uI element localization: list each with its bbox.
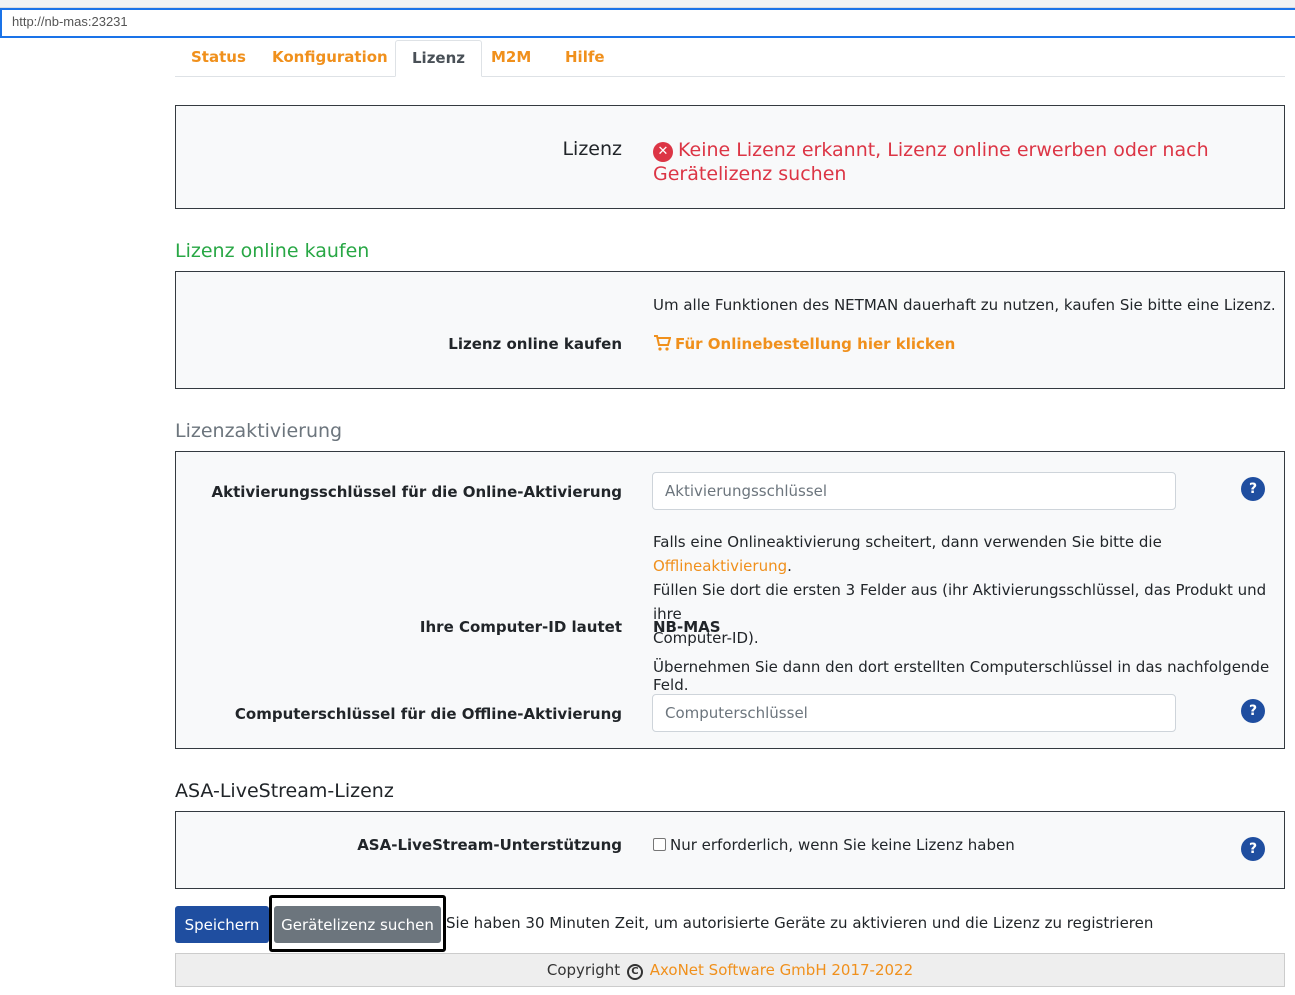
license-status-line2: Gerätelizenz suchen bbox=[653, 163, 847, 185]
help-icon[interactable]: ? bbox=[1241, 837, 1265, 861]
offline-text-line2: Füllen Sie dort die ersten 3 Felder aus … bbox=[653, 581, 1267, 623]
help-icon[interactable]: ? bbox=[1241, 477, 1265, 501]
address-bar-url[interactable]: http://nb-mas:23231 bbox=[12, 14, 128, 29]
activation-key-label: Aktivierungsschlüssel für die Online-Akt… bbox=[211, 483, 623, 501]
livestream-checkbox[interactable] bbox=[653, 838, 666, 851]
tab-konfiguration[interactable]: Konfiguration bbox=[256, 40, 404, 77]
transfer-text: Übernehmen Sie dann den dort erstellten … bbox=[653, 658, 1270, 694]
search-device-license-button[interactable]: Gerätelizenz suchen bbox=[274, 906, 441, 943]
copyright-text: Copyright bbox=[546, 961, 621, 979]
tab-hilfe[interactable]: Hilfe bbox=[549, 40, 621, 77]
computer-id-label: Ihre Computer-ID lautet bbox=[419, 618, 622, 636]
tab-bar: Status Konfiguration Lizenz M2M Hilfe bbox=[175, 40, 1285, 77]
tab-m2m[interactable]: M2M bbox=[475, 40, 547, 77]
footer: Copyright C AxoNet Software GmbH 2017-20… bbox=[175, 953, 1285, 987]
livestream-label: ASA-LiveStream-Unterstützung bbox=[357, 836, 622, 854]
license-status-message: ✕ Keine Lizenz erkannt, Lizenz online erw… bbox=[653, 138, 1209, 186]
company-link[interactable]: AxoNet Software GmbH 2017-2022 bbox=[650, 961, 913, 979]
license-status-line1: Keine Lizenz erkannt, Lizenz online erwe… bbox=[678, 139, 1209, 161]
search-hint-text: Sie haben 30 Minuten Zeit, um autorisier… bbox=[446, 914, 1154, 932]
livestream-panel: ASA-LiveStream-Unterstützung Nur erforde… bbox=[175, 811, 1285, 889]
help-icon[interactable]: ? bbox=[1241, 699, 1265, 723]
save-button[interactable]: Speichern bbox=[175, 906, 269, 943]
computer-key-input[interactable] bbox=[652, 694, 1176, 732]
copyright-icon: C bbox=[626, 964, 643, 980]
error-circle-icon: ✕ bbox=[653, 142, 673, 162]
buy-panel: Um alle Funktionen des NETMAN dauerhaft … bbox=[175, 271, 1285, 389]
offline-activation-text: Falls eine Onlineaktivierung scheitert, … bbox=[653, 530, 1278, 650]
tab-lizenz[interactable]: Lizenz bbox=[395, 40, 483, 77]
cart-icon bbox=[654, 335, 672, 351]
offline-text-start: Falls eine Onlineaktivierung scheitert, … bbox=[653, 533, 1162, 551]
computer-key-label: Computerschlüssel für die Offline-Aktivi… bbox=[234, 705, 622, 723]
livestream-option: Nur erforderlich, wenn Sie keine Lizenz … bbox=[653, 836, 1015, 854]
buy-section-title: Lizenz online kaufen bbox=[175, 240, 370, 262]
tab-status[interactable]: Status bbox=[175, 40, 262, 77]
buy-online-link[interactable]: Für Onlinebestellung hier klicken bbox=[653, 335, 955, 353]
livestream-checkbox-label: Nur erforderlich, wenn Sie keine Lizenz … bbox=[670, 836, 1015, 854]
browser-top-strip bbox=[0, 0, 1295, 8]
license-status-panel: Lizenz ✕ Keine Lizenz erkannt, Lizenz onl… bbox=[175, 105, 1285, 209]
activation-section-title: Lizenzaktivierung bbox=[175, 420, 343, 442]
offline-text-end: . bbox=[787, 557, 792, 575]
livestream-section-title: ASA-LiveStream-Lizenz bbox=[175, 780, 394, 802]
buy-info-text: Um alle Funktionen des NETMAN dauerhaft … bbox=[653, 296, 1276, 314]
computer-id-value: NB-MAS bbox=[653, 618, 721, 636]
buy-online-link-text[interactable]: Für Onlinebestellung hier klicken bbox=[675, 335, 955, 353]
offline-activation-link[interactable]: Offlineaktivierung bbox=[653, 557, 787, 575]
activation-key-input[interactable] bbox=[652, 472, 1176, 510]
buy-label: Lizenz online kaufen bbox=[448, 335, 622, 353]
address-bar[interactable]: http://nb-mas:23231 bbox=[0, 8, 1295, 38]
license-label: Lizenz bbox=[562, 138, 622, 160]
activation-panel: Aktivierungsschlüssel für die Online-Akt… bbox=[175, 451, 1285, 749]
